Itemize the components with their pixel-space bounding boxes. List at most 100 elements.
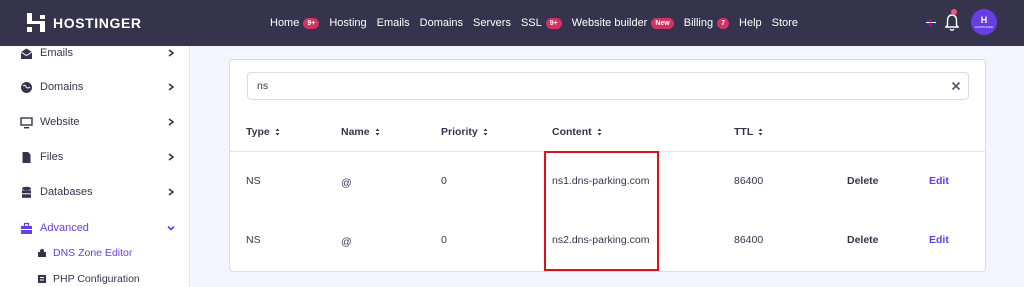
search-input[interactable] bbox=[248, 73, 938, 99]
nav-domains[interactable]: Domains bbox=[420, 17, 463, 29]
sidebar-item-advanced[interactable]: Advanced bbox=[0, 218, 190, 238]
chevron-right-icon bbox=[168, 49, 175, 57]
nav-website-builder-label: Website builder bbox=[571, 17, 648, 29]
notification-dot bbox=[951, 9, 957, 15]
dns-records-card: Type Name Priority Content TTL NS @ 0 ns… bbox=[229, 59, 986, 272]
column-header-name[interactable]: Name bbox=[341, 126, 380, 138]
cell-priority: 0 bbox=[441, 175, 447, 187]
sidebar-item-website[interactable]: Website bbox=[0, 112, 190, 132]
sidebar-item-label: Advanced bbox=[40, 222, 89, 234]
sidebar-item-domains[interactable]: Domains bbox=[0, 77, 190, 97]
nav-ssl-label: SSL bbox=[520, 17, 542, 29]
cell-name: @ bbox=[341, 236, 352, 248]
nav-store[interactable]: Store bbox=[772, 17, 798, 29]
close-icon[interactable] bbox=[951, 81, 961, 91]
nav-help-label: Help bbox=[739, 17, 762, 29]
avatar-subtext: HOSTINGER bbox=[975, 24, 993, 29]
avatar[interactable]: H HOSTINGER bbox=[971, 9, 997, 35]
nav-help[interactable]: Help bbox=[739, 17, 762, 29]
php-icon bbox=[38, 275, 46, 283]
sidebar-item-databases[interactable]: Databases bbox=[0, 182, 190, 202]
cell-type: NS bbox=[246, 175, 261, 187]
cell-content: ns2.dns-parking.com bbox=[552, 234, 650, 246]
column-header-label: Name bbox=[341, 126, 370, 138]
chevron-right-icon bbox=[168, 83, 175, 91]
column-header-content[interactable]: Content bbox=[552, 126, 602, 138]
cell-ttl: 86400 bbox=[734, 175, 764, 187]
sort-icon bbox=[275, 128, 280, 136]
sidebar-item-label: Databases bbox=[40, 186, 93, 198]
nav-billing[interactable]: Billing 7 bbox=[683, 17, 730, 29]
edit-button[interactable]: Edit bbox=[929, 175, 949, 187]
envelope-icon bbox=[20, 48, 33, 59]
nav-servers-label: Servers bbox=[473, 17, 511, 29]
sidebar: Emails Domains Website Files Databases A… bbox=[0, 46, 190, 287]
column-header-priority[interactable]: Priority bbox=[441, 126, 488, 138]
column-header-label: Content bbox=[552, 126, 592, 138]
cell-priority: 0 bbox=[441, 234, 447, 246]
dns-icon bbox=[38, 249, 46, 257]
sidebar-item-label: Domains bbox=[40, 81, 84, 93]
brand-name: HOSTINGER bbox=[53, 14, 142, 31]
sidebar-item-label: Files bbox=[40, 151, 64, 163]
nav-website-builder[interactable]: Website builder New bbox=[572, 17, 674, 29]
sort-icon bbox=[758, 128, 763, 136]
cell-name: @ bbox=[341, 177, 352, 189]
edit-button[interactable]: Edit bbox=[929, 234, 949, 246]
table-header-divider bbox=[230, 151, 985, 152]
column-header-label: Priority bbox=[441, 126, 478, 138]
delete-button[interactable]: Delete bbox=[847, 175, 879, 187]
avatar-letter: H bbox=[980, 14, 988, 25]
database-icon bbox=[22, 186, 31, 198]
nav-billing-badge: 7 bbox=[717, 17, 730, 29]
sidebar-subitem-dns-zone-editor[interactable]: DNS Zone Editor bbox=[0, 244, 190, 262]
chevron-right-icon bbox=[168, 188, 175, 196]
nav-billing-label: Billing bbox=[683, 17, 714, 29]
nav-emails-label: Emails bbox=[376, 17, 410, 29]
cell-content: ns1.dns-parking.com bbox=[552, 175, 650, 187]
globe-icon bbox=[21, 81, 32, 93]
column-header-label: Type bbox=[246, 126, 270, 138]
sidebar-subitem-php-configuration[interactable]: PHP Configuration bbox=[0, 270, 190, 287]
top-navigation-bar: HOSTINGER Home 9+ Hosting Emails Domains … bbox=[0, 0, 1024, 46]
nav-store-label: Store bbox=[771, 17, 798, 29]
cell-type: NS bbox=[246, 234, 261, 246]
main-nav: Home 9+ Hosting Emails Domains Servers SS… bbox=[270, 0, 808, 46]
sidebar-item-label: Emails bbox=[40, 47, 74, 59]
nav-home-badge: 9+ bbox=[303, 17, 320, 29]
nav-ssl[interactable]: SSL 9+ bbox=[521, 17, 562, 29]
column-header-type[interactable]: Type bbox=[246, 126, 280, 138]
sidebar-subitem-label: DNS Zone Editor bbox=[53, 247, 133, 259]
nav-new-badge: New bbox=[651, 17, 674, 29]
cell-ttl: 86400 bbox=[734, 234, 764, 246]
column-header-label: TTL bbox=[734, 126, 754, 138]
hostinger-logo[interactable]: HOSTINGER bbox=[27, 13, 142, 32]
bell-icon[interactable] bbox=[945, 12, 959, 32]
uk-flag-icon[interactable] bbox=[926, 19, 936, 26]
chevron-down-icon bbox=[167, 225, 175, 231]
sidebar-subitem-label: PHP Configuration bbox=[53, 273, 140, 285]
nav-home-label: Home bbox=[270, 17, 300, 29]
sidebar-item-emails[interactable]: Emails bbox=[0, 43, 190, 63]
column-header-ttl[interactable]: TTL bbox=[734, 126, 763, 138]
sidebar-item-files[interactable]: Files bbox=[0, 147, 190, 167]
sort-icon bbox=[375, 128, 380, 136]
nav-hosting-label: Hosting bbox=[329, 17, 367, 29]
nav-ssl-badge: 9+ bbox=[545, 17, 562, 29]
nav-emails[interactable]: Emails bbox=[377, 17, 410, 29]
sidebar-item-label: Website bbox=[40, 116, 80, 128]
chevron-right-icon bbox=[168, 118, 175, 126]
nav-domains-label: Domains bbox=[419, 17, 464, 29]
hostinger-logo-icon bbox=[27, 13, 45, 32]
toolbox-icon bbox=[21, 222, 32, 234]
chevron-right-icon bbox=[168, 153, 175, 161]
monitor-icon bbox=[20, 116, 33, 128]
file-icon bbox=[22, 151, 31, 163]
nav-home[interactable]: Home 9+ bbox=[270, 17, 320, 29]
nav-servers[interactable]: Servers bbox=[473, 17, 511, 29]
delete-button[interactable]: Delete bbox=[847, 234, 879, 246]
search-box bbox=[247, 72, 969, 100]
nav-hosting[interactable]: Hosting bbox=[329, 17, 366, 29]
sort-icon bbox=[597, 128, 602, 136]
sort-icon bbox=[483, 128, 488, 136]
